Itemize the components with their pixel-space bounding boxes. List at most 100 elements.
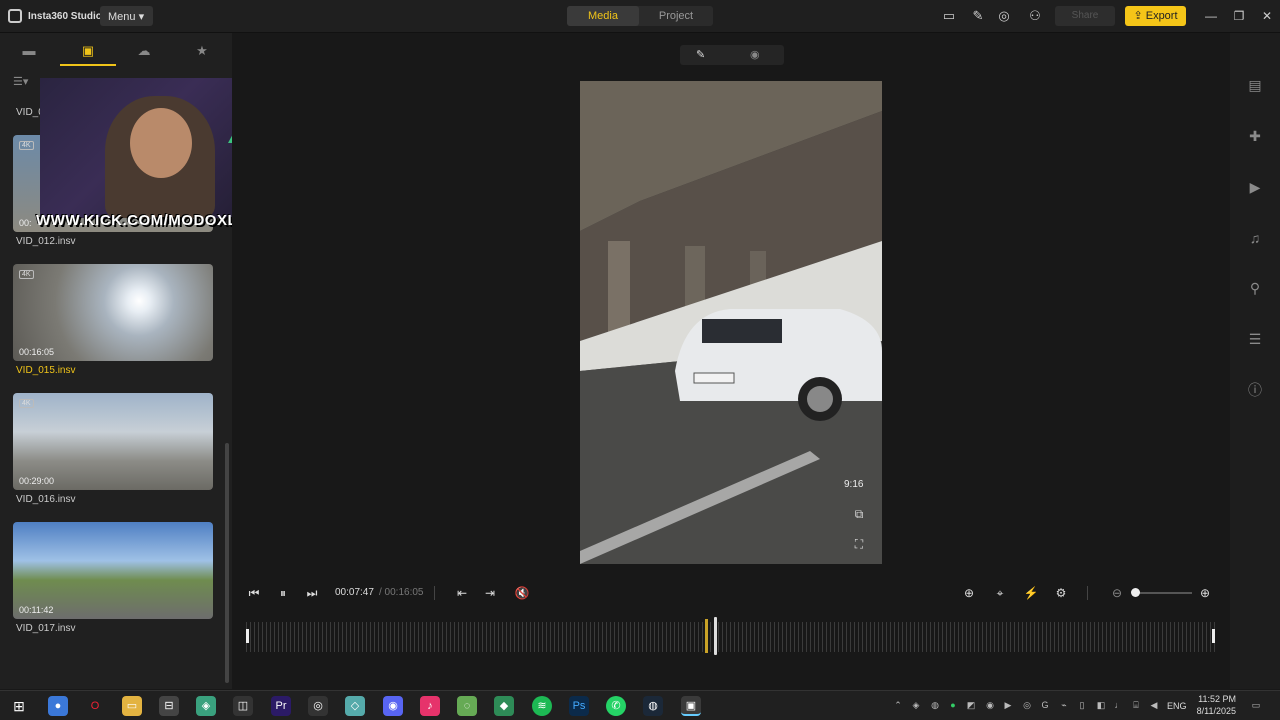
camera-icon[interactable]: ▶ [1246,178,1264,196]
tab-project[interactable]: Project [639,6,713,26]
ai-edit-icon[interactable]: ⚡ [1023,585,1039,601]
timeline-end-handle[interactable] [1212,629,1215,643]
maximize-icon[interactable]: ❐ [1231,8,1247,24]
fullscreen-icon[interactable]: ⛶ [850,537,868,553]
discord-icon[interactable]: ◉ [383,696,403,716]
clip-duration: 00:29:00 [19,476,55,486]
video-preview[interactable] [580,81,882,564]
edit-icon[interactable]: ✎ [696,48,712,62]
clip-thumbnail[interactable]: 00:11:42 [13,522,213,619]
resolution-badge: 4K [19,399,34,408]
person-icon[interactable]: ⚲ [1246,279,1264,297]
app-icon[interactable]: ◇ [345,696,365,716]
share-button[interactable]: Share [1055,6,1115,26]
steam-icon[interactable]: ◍ [643,696,663,716]
clip-name[interactable]: VID_017.insv [16,623,75,634]
spotify-icon[interactable]: ≋ [532,696,552,716]
tray-icon[interactable]: ⌁ [1059,700,1069,712]
aspect-ratio-label[interactable]: 9:16 [844,479,863,490]
timeline-start-handle[interactable] [246,629,249,643]
windows-start-icon[interactable]: ⊞ [9,696,29,716]
volume-icon[interactable]: ◀ [1149,700,1159,712]
add-keyframe-icon[interactable]: ⊕ [961,585,977,601]
close-icon[interactable]: ✕ [1259,8,1275,24]
minimize-icon[interactable]: — [1203,8,1219,24]
tray-icon[interactable]: ◉ [985,700,995,712]
trim-start-icon[interactable]: ⇤ [454,585,470,601]
layers-icon[interactable]: ☰ [1246,330,1264,348]
clip-name-selected[interactable]: VID_015.insv [16,365,75,376]
app-icon[interactable]: ◫ [233,696,253,716]
clip-thumbnail[interactable]: 4K 00:16:05 [13,264,213,361]
export-button[interactable]: ⇪ Export [1125,6,1186,26]
clip-name[interactable]: VID_016.insv [16,494,75,505]
zoom-slider-knob[interactable] [1131,588,1140,597]
clock-time[interactable]: 11:52 PM [1196,694,1236,704]
zoom-out-icon[interactable]: ⊖ [1109,585,1125,601]
app-icon[interactable]: ◈ [196,696,216,716]
mute-icon[interactable]: 🔇 [514,585,530,601]
notes-icon[interactable]: ✎ [970,8,986,24]
photoshop-icon[interactable]: Ps [569,696,589,716]
tray-icon[interactable]: G [1040,700,1050,712]
file-explorer-icon[interactable]: ▭ [122,696,142,716]
skip-forward-icon[interactable]: ⏭ [304,585,320,601]
tiktok-icon[interactable]: ♪ [420,696,440,716]
microphone-icon[interactable]: ♩ [1114,700,1124,712]
resolution-badge: 4K [19,270,34,279]
tray-icon[interactable]: ▯ [1077,700,1087,712]
skip-back-icon[interactable]: ⏮ [246,585,262,601]
tray-icon[interactable]: ◎ [1022,700,1032,712]
zoom-slider[interactable] [1138,592,1192,594]
insta360-taskbar-icon[interactable]: ▣ [681,696,701,716]
obs-icon[interactable]: ◎ [308,696,328,716]
view-toggle: ✎ ◉ [680,45,784,65]
tray-icon[interactable]: ◈ [911,700,921,712]
app-logo-icon [8,9,22,23]
app-icon[interactable]: ◌ [457,696,477,716]
folder-icon[interactable]: ▣ [78,43,98,59]
preview-frame [580,81,882,564]
cloud-icon[interactable]: ☁ [134,43,154,59]
speed-icon[interactable]: ⚙ [1053,585,1069,601]
puzzle-icon[interactable]: ✚ [1246,127,1264,145]
user-icon[interactable]: ⚇ [1027,8,1043,24]
pause-icon[interactable]: ⏸ [275,585,291,601]
premiere-icon[interactable]: Pr [271,696,291,716]
tray-icon[interactable]: ◍ [930,700,940,712]
language-indicator[interactable]: ENG [1167,701,1187,711]
tray-icon[interactable]: ◧ [1096,700,1106,712]
clip-icon[interactable]: ▤ [1246,76,1264,94]
chrome-icon[interactable]: ● [48,696,68,716]
trim-end-icon[interactable]: ⇥ [482,585,498,601]
store-icon[interactable]: ⊟ [159,696,179,716]
favorites-icon[interactable]: ★ [192,43,212,59]
playhead[interactable] [714,617,717,655]
tray-chevron-icon[interactable]: ⌃ [893,700,903,712]
zoom-in-icon[interactable]: ⊕ [1197,585,1213,601]
tracking-icon[interactable]: ⌖ [992,585,1008,601]
preview-eye-icon[interactable]: ◉ [750,48,766,62]
timeline-track[interactable] [246,622,1216,652]
clock-date[interactable]: 8/11/2025 [1196,706,1236,716]
tray-icon[interactable]: ◩ [966,700,976,712]
picture-in-picture-icon[interactable]: ⧉ [850,507,868,523]
audio-icon[interactable]: ♫ [1246,229,1264,247]
help-icon[interactable]: ◎ [996,8,1012,24]
sort-icon[interactable]: ☰▾ [13,75,28,88]
device-icon[interactable]: ▬ [19,43,39,59]
tab-media[interactable]: Media [567,6,639,26]
sidebar-scrollbar[interactable] [225,443,229,683]
menu-button[interactable]: Menu ▾ [100,6,153,26]
app-icon[interactable]: ◆ [494,696,514,716]
whatsapp-icon[interactable]: ✆ [606,696,626,716]
network-icon[interactable]: ⌸ [1131,700,1141,712]
tray-icon[interactable]: ▶ [1003,700,1013,712]
clip-thumbnail[interactable]: 4K 00:29:00 [13,393,213,490]
opera-icon[interactable]: O [85,696,105,716]
tray-icon[interactable]: ● [948,700,958,712]
clip-name[interactable]: VID_012.insv [16,236,75,247]
info-icon[interactable]: ⓘ [1246,381,1264,399]
notifications-icon[interactable]: ▭ [1250,700,1262,712]
layout-icon[interactable]: ▭ [941,8,957,24]
